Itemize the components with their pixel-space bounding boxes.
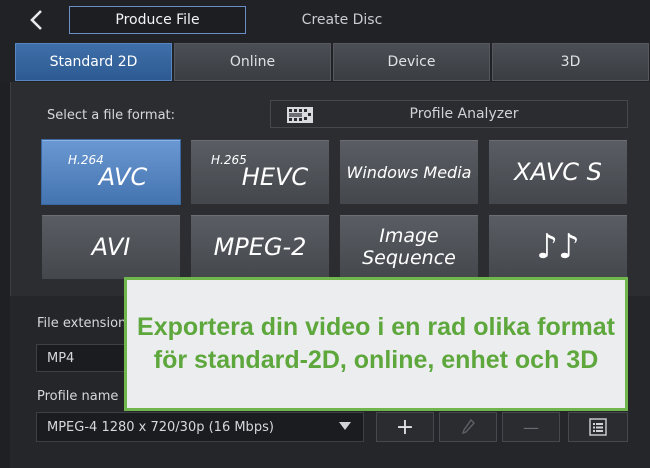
format-mpeg2-button[interactable]: MPEG-2 — [190, 214, 330, 280]
h265-label: H.265 — [211, 153, 247, 167]
profile-analyzer-label: Profile Analyzer — [409, 106, 519, 122]
file-extension-value: MP4 — [47, 350, 75, 366]
format-audio-button[interactable]: ♪♪ — [488, 214, 628, 280]
remove-profile-button[interactable]: — — [502, 412, 560, 442]
xavc-s-label: XAVC S — [514, 158, 602, 186]
tab-online[interactable]: Online — [174, 43, 331, 81]
edit-profile-button[interactable] — [439, 412, 497, 442]
plus-icon: + — [395, 414, 415, 440]
promo-caption-text: Exportera din video i en rad olika forma… — [137, 313, 615, 374]
avi-label: AVI — [91, 233, 131, 261]
list-icon — [589, 418, 607, 436]
mpeg2-label: MPEG-2 — [213, 233, 307, 261]
format-avi-button[interactable]: AVI — [41, 214, 181, 280]
format-xavc-s-button[interactable]: XAVC S — [488, 139, 628, 205]
format-image-sequence-button[interactable]: Image Sequence — [339, 214, 479, 280]
tab-3d[interactable]: 3D — [492, 43, 649, 81]
format-windows-media-button[interactable]: Windows Media — [339, 139, 479, 205]
profile-analyzer-button[interactable]: Profile Analyzer — [270, 100, 628, 128]
top-bar: Produce File Create Disc — [0, 0, 650, 42]
pencil-icon — [461, 418, 475, 435]
tab-produce-file[interactable]: Produce File — [69, 6, 246, 34]
category-tabs: Standard 2D Online Device 3D — [0, 42, 650, 82]
windows-media-label: Windows Media — [346, 162, 472, 182]
image-sequence-label: Image Sequence — [362, 225, 456, 269]
add-profile-button[interactable]: + — [376, 412, 434, 442]
minus-icon: — — [523, 417, 539, 437]
avc-label: AVC — [98, 163, 148, 191]
file-extension-label: File extension — [37, 316, 127, 331]
format-hevc-button[interactable]: H.265 HEVC — [190, 139, 330, 205]
h264-label: H.264 — [68, 153, 104, 167]
tab-device[interactable]: Device — [333, 43, 490, 81]
profile-name-label: Profile name — [37, 389, 119, 404]
select-format-label: Select a file format: — [47, 108, 176, 123]
profile-list-button[interactable] — [568, 412, 628, 442]
profile-name-dropdown[interactable]: MPEG-4 1280 x 720/30p (16 Mbps) — [36, 412, 364, 442]
back-arrow-icon[interactable] — [26, 8, 50, 32]
chevron-down-icon — [339, 422, 351, 430]
tab-create-disc[interactable]: Create Disc — [262, 6, 422, 34]
promo-caption: Exportera din video i en rad olika forma… — [124, 277, 628, 411]
format-avc-button[interactable]: H.264 AVC — [41, 139, 181, 205]
profile-name-value: MPEG-4 1280 x 720/30p (16 Mbps) — [47, 419, 274, 435]
hevc-label: HEVC — [241, 163, 309, 191]
music-notes-icon: ♪♪ — [536, 227, 580, 267]
tab-standard-2d[interactable]: Standard 2D — [15, 43, 172, 81]
